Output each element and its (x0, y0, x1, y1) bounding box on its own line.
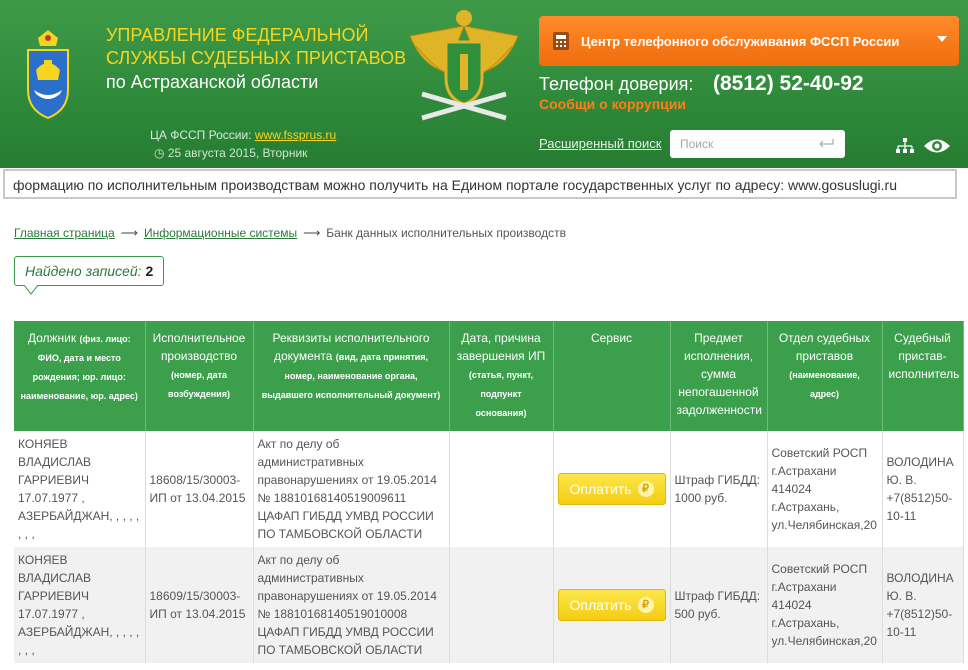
pay-button-label: Оплатить (569, 597, 632, 613)
ca-line: ЦА ФССП России: www.fssprus.ru (150, 128, 336, 142)
records-found-badge: Найдено записей: 2 (14, 256, 165, 286)
chevron-down-icon (937, 36, 947, 42)
records-found-count: 2 (145, 263, 154, 279)
results-table: Должник (физ. лицо: ФИО, дата и место ро… (14, 321, 964, 663)
cell-bailiff: ВОЛОДИНА Ю. В. +7(8512)50-10-11 (882, 431, 964, 547)
table-header-row: Должник (физ. лицо: ФИО, дата и место ро… (14, 321, 964, 431)
arrow-right-icon: ⟶ (120, 226, 138, 240)
news-ticker[interactable]: формацию по исполнительным производствам… (3, 169, 957, 199)
cell-department: Советский РОСП г.Астрахани 414024 г.Астр… (767, 431, 883, 547)
col-department: Отдел судебных приставов (наименование, … (767, 321, 883, 431)
col-subject: Предмет исполнения, сумма непогашенной з… (670, 321, 768, 431)
ca-link[interactable]: www.fssprus.ru (255, 128, 336, 142)
report-corruption-link[interactable]: Сообщи о коррупции (539, 96, 686, 112)
cell-subject: Штраф ГИБДД: 1000 руб. (670, 431, 768, 547)
search-input[interactable] (670, 130, 810, 158)
trust-phone-number: (8512) 52-40-92 (713, 72, 864, 95)
col-bailiff: Судебный пристав-исполнитель (882, 321, 964, 431)
cell-bailiff: ВОЛОДИНА Ю. В. +7(8512)50-10-11 (882, 547, 964, 663)
ca-label: ЦА ФССП России: (150, 128, 252, 142)
org-title[interactable]: Управление Федеральной службы судебных п… (106, 24, 406, 70)
date-line: ◷ 25 августа 2015, Вторник (154, 146, 307, 160)
eye-icon[interactable] (923, 137, 951, 155)
cell-enforcement: 18608/15/30003-ИП от 13.04.2015 (145, 431, 254, 547)
col-service: Сервис (553, 321, 671, 431)
trust-phone-label: Телефон доверия: (539, 74, 694, 94)
search-box (670, 130, 845, 158)
pay-button-label: Оплатить (569, 481, 632, 497)
sitemap-icon[interactable] (896, 138, 914, 154)
col-debtor: Должник (физ. лицо: ФИО, дата и место ро… (14, 321, 146, 431)
cell-document: Акт по делу об административных правонар… (253, 431, 450, 547)
breadcrumb-systems[interactable]: Информационные системы (144, 226, 297, 240)
clock-icon: ◷ (154, 146, 165, 160)
callout-tail (24, 285, 38, 295)
table-row: КОНЯЕВ ВЛАДИСЛАВ ГАРРИЕВИЧ 17.07.1977 , … (14, 547, 964, 663)
cell-end-date (449, 431, 554, 547)
phone-icon (553, 32, 569, 50)
enter-icon[interactable] (817, 139, 835, 149)
col-end-date: Дата, причина завершения ИП (статья, пун… (449, 321, 554, 431)
org-title-line2[interactable]: службы судебных приставов (106, 47, 406, 70)
call-center-label: Центр телефонного обслуживания ФССП Росс… (581, 33, 900, 49)
records-found-label: Найдено записей: (25, 263, 142, 279)
pay-button[interactable]: Оплатить ₽ (557, 473, 666, 505)
cell-document: Акт по делу об административных правонар… (253, 547, 450, 663)
cell-debtor: КОНЯЕВ ВЛАДИСЛАВ ГАРРИЕВИЧ 17.07.1977 , … (14, 547, 146, 663)
ruble-icon: ₽ (637, 597, 654, 613)
cell-subject: Штраф ГИБДД: 500 руб. (670, 547, 768, 663)
site-header: Управление Федеральной службы судебных п… (0, 0, 968, 168)
breadcrumb-home[interactable]: Главная страница (14, 226, 115, 240)
breadcrumb-current: Банк данных исполнительных производств (326, 226, 566, 240)
ruble-icon: ₽ (637, 481, 654, 497)
astrakhan-emblem-icon[interactable] (24, 30, 72, 120)
arrow-right-icon: ⟶ (303, 226, 321, 240)
ticker-text: формацию по исполнительным производствам… (13, 177, 897, 193)
fssp-eagle-emblem-icon[interactable] (402, 6, 526, 126)
breadcrumb: Главная страница ⟶ Информационные систем… (14, 226, 566, 240)
call-center-button[interactable]: Центр телефонного обслуживания ФССП Росс… (539, 16, 959, 66)
table-row: КОНЯЕВ ВЛАДИСЛАВ ГАРРИЕВИЧ 17.07.1977 , … (14, 431, 964, 547)
col-enforcement: Исполнительное производство (номер, дата… (145, 321, 254, 431)
cell-debtor: КОНЯЕВ ВЛАДИСЛАВ ГАРРИЕВИЧ 17.07.1977 , … (14, 431, 146, 547)
org-title-line1[interactable]: Управление Федеральной (106, 24, 406, 47)
current-date: 25 августа 2015, Вторник (167, 146, 308, 160)
cell-service: Оплатить ₽ (553, 431, 671, 547)
cell-department: Советский РОСП г.Астрахани 414024 г.Астр… (767, 547, 883, 663)
cell-enforcement: 18609/15/30003-ИП от 13.04.2015 (145, 547, 254, 663)
cell-end-date (449, 547, 554, 663)
advanced-search-link[interactable]: Расширенный поиск (539, 136, 661, 151)
org-subtitle[interactable]: по Астраханской области (106, 72, 318, 93)
col-document: Реквизиты исполнительного документа (вид… (253, 321, 450, 431)
cell-service: Оплатить ₽ (553, 547, 671, 663)
pay-button[interactable]: Оплатить ₽ (557, 589, 666, 621)
